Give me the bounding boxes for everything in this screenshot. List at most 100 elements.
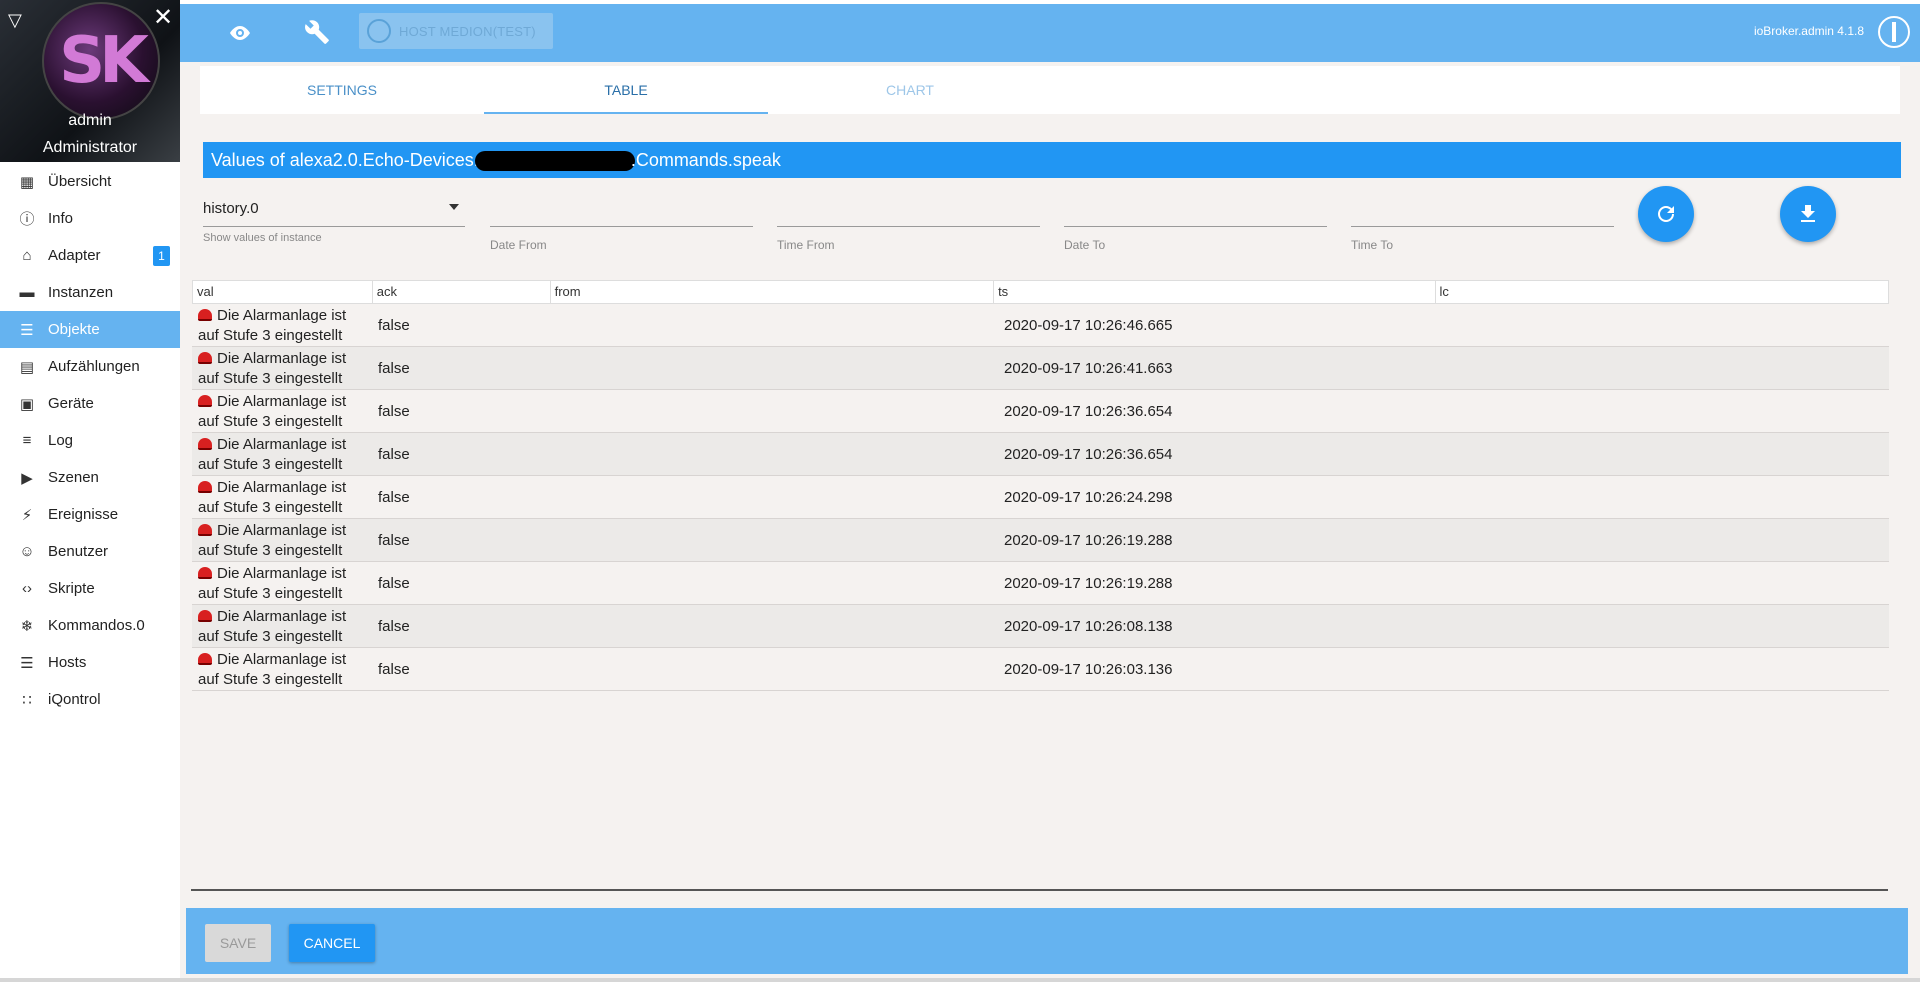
table-row[interactable]: Die Alarmanlage ist auf Stufe 3 eingestel… — [192, 519, 1889, 562]
alarm-siren-icon — [198, 481, 212, 493]
collapse-triangle-icon[interactable]: ▽ — [8, 10, 22, 31]
sidebar-item-adapter[interactable]: ⌂ Adapter 1 — [0, 237, 180, 274]
scenes-icon: ▶ — [21, 469, 33, 487]
sidebar-item-hosts[interactable]: ☰ Hosts — [0, 644, 180, 681]
column-header-ts[interactable]: ts — [994, 281, 1436, 303]
table-row[interactable]: Die Alarmanlage ist auf Stufe 3 eingestel… — [192, 347, 1889, 390]
cell-val-line2: auf Stufe 3 eingestellt — [198, 370, 343, 387]
cancel-button[interactable]: CANCEL — [289, 924, 375, 962]
column-header-from[interactable]: from — [551, 281, 995, 303]
date-from-field[interactable]: Date From — [490, 200, 753, 252]
cell-ack: false — [378, 488, 410, 506]
host-selector[interactable]: HOST MEDION(TEST) — [359, 13, 553, 49]
table-row[interactable]: Die Alarmanlage ist auf Stufe 3 eingestel… — [192, 304, 1889, 347]
time-to-field[interactable]: Time To — [1351, 200, 1614, 252]
date-from-label: Date From — [490, 238, 547, 252]
cell-from — [550, 519, 994, 561]
sidebar-item-instanzen[interactable]: ▬ Instanzen — [0, 274, 180, 311]
redacted-device-id — [474, 151, 635, 172]
adapter-update-badge: 1 — [153, 246, 170, 266]
sidebar-item-szenen[interactable]: ▶ Szenen — [0, 459, 180, 496]
cell-val-line1: Die Alarmanlage ist — [217, 651, 347, 668]
cell-ack: false — [378, 402, 410, 420]
sidebar-item-iqontrol[interactable]: ∷ iQontrol — [0, 681, 180, 718]
sidebar-item-label: Hosts — [48, 654, 87, 671]
table-row[interactable]: Die Alarmanlage ist auf Stufe 3 eingestel… — [192, 648, 1889, 691]
user-role: Administrator — [42, 139, 138, 156]
date-to-field[interactable]: Date To — [1064, 200, 1327, 252]
instance-select[interactable]: history.0 Show values of instance — [203, 200, 465, 244]
cell-from — [550, 433, 994, 475]
sidebar-item-benutzer[interactable]: ☺ Benutzer — [0, 533, 180, 570]
sidebar: ▽ SK ✕ admin Administrator ▦ Übersicht ⓘ In… — [0, 0, 180, 982]
column-header-lc[interactable]: lc — [1436, 281, 1888, 303]
table-row[interactable]: Die Alarmanlage ist auf Stufe 3 eingestel… — [192, 605, 1889, 648]
sidebar-item-label: Objekte — [48, 321, 100, 338]
download-icon — [1801, 205, 1815, 222]
tab-table[interactable]: TABLE — [484, 66, 768, 114]
table-header: val ack from ts lc — [192, 280, 1889, 304]
cell-val-line1: Die Alarmanlage ist — [217, 350, 347, 367]
sidebar-item-label: Log — [48, 432, 74, 449]
download-button[interactable] — [1780, 186, 1836, 242]
cell-from — [550, 476, 994, 518]
close-icon[interactable]: ✕ — [153, 6, 173, 30]
cell-val: Die Alarmanlage ist auf Stufe 3 eingestel… — [192, 304, 372, 346]
snowflake-icon: ❄ — [20, 617, 34, 635]
grid-icon: ▦ — [19, 173, 35, 191]
date-to-label: Date To — [1064, 238, 1106, 252]
table-row[interactable]: Die Alarmanlage ist auf Stufe 3 eingestel… — [192, 476, 1889, 519]
cell-ts: 2020-09-17 10:26:36.654 — [1004, 402, 1173, 420]
cell-val: Die Alarmanlage ist auf Stufe 3 eingestel… — [192, 519, 372, 561]
column-header-ack[interactable]: ack — [373, 281, 551, 303]
sidebar-item-log[interactable]: ≡ Log — [0, 422, 180, 459]
save-button[interactable]: SAVE — [205, 924, 271, 962]
sidebar-item-label: Aufzählungen — [48, 358, 140, 375]
cell-from — [550, 562, 994, 604]
tab-chart[interactable]: CHART — [768, 66, 1052, 114]
table-row[interactable]: Die Alarmanlage ist auf Stufe 3 eingestel… — [192, 562, 1889, 605]
sidebar-item-skripte[interactable]: ‹› Skripte — [0, 570, 180, 607]
tab-settings[interactable]: SETTINGS — [200, 66, 484, 114]
cell-val-line1: Die Alarmanlage ist — [217, 393, 347, 410]
sidebar-item-objekte[interactable]: ☰ Objekte — [0, 311, 180, 348]
cell-val: Die Alarmanlage ist auf Stufe 3 eingestel… — [192, 648, 372, 690]
cell-ts: 2020-09-17 10:26:36.654 — [1004, 445, 1173, 463]
code-icon: ‹› — [22, 580, 32, 597]
store-icon: ⌂ — [22, 247, 32, 264]
sidebar-item-label: Adapter — [48, 247, 101, 264]
cell-val-line1: Die Alarmanlage ist — [217, 608, 347, 625]
cell-val: Die Alarmanlage ist auf Stufe 3 eingestel… — [192, 347, 372, 389]
wrench-icon[interactable] — [304, 19, 330, 45]
cell-ts: 2020-09-17 10:26:46.665 — [1004, 316, 1173, 334]
sidebar-item-info[interactable]: ⓘ Info — [0, 200, 180, 237]
instance-select-label: Show values of instance — [203, 232, 322, 244]
cell-from — [550, 347, 994, 389]
cell-lc — [1436, 476, 1889, 518]
column-header-val[interactable]: val — [193, 281, 373, 303]
devices-icon: ▣ — [19, 395, 35, 413]
cell-val: Die Alarmanlage ist auf Stufe 3 eingestel… — [192, 433, 372, 475]
cell-lc — [1436, 562, 1889, 604]
cell-ts: 2020-09-17 10:26:03.136 — [1004, 660, 1173, 678]
sidebar-item-geräte[interactable]: ▣ Geräte — [0, 385, 180, 422]
alarm-siren-icon — [198, 438, 212, 450]
cell-val-line2: auf Stufe 3 eingestellt — [198, 671, 343, 688]
sidebar-item-kommandos-0[interactable]: ❄ Kommandos.0 — [0, 607, 180, 644]
sidebar-item-übersicht[interactable]: ▦ Übersicht — [0, 163, 180, 200]
sidebar-item-ereignisse[interactable]: ⚡ Ereignisse — [0, 496, 180, 533]
table-row[interactable]: Die Alarmanlage ist auf Stufe 3 eingestel… — [192, 390, 1889, 433]
avatar: SK — [42, 2, 160, 120]
flash-icon: ⚡ — [21, 506, 33, 524]
sidebar-item-label: Info — [48, 210, 74, 227]
cell-ts: 2020-09-17 10:26:19.288 — [1004, 574, 1173, 592]
table-row[interactable]: Die Alarmanlage ist auf Stufe 3 eingestel… — [192, 433, 1889, 476]
sidebar-item-label: Benutzer — [48, 543, 109, 560]
eye-icon[interactable] — [228, 21, 252, 45]
refresh-button[interactable] — [1638, 186, 1694, 242]
values-title-suffix: .Commands.speak — [630, 150, 781, 170]
values-title-prefix: Values of alexa2.0.Echo-Devices. — [211, 150, 479, 170]
sidebar-item-aufzählungen[interactable]: ▤ Aufzählungen — [0, 348, 180, 385]
time-from-field[interactable]: Time From — [777, 200, 1040, 252]
cell-ack: false — [378, 445, 410, 463]
